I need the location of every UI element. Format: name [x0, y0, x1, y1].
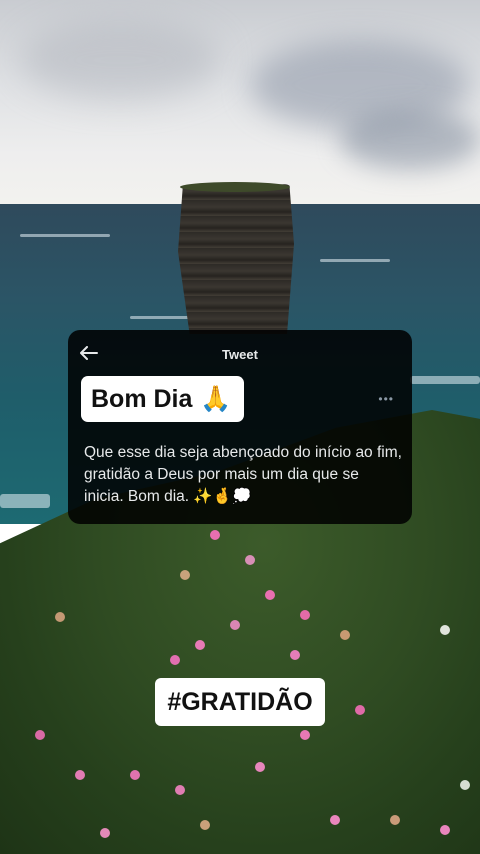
sky [0, 0, 480, 206]
hashtag-label: #GRATIDÃO [155, 678, 325, 726]
hashtag-text: #GRATIDÃO [167, 687, 313, 716]
flower [200, 820, 210, 830]
flower [195, 640, 205, 650]
tweet-body-text: Que esse dia seja abençoado do início ao… [84, 444, 402, 505]
greeting-text: Bom Dia [91, 384, 193, 413]
flower [255, 762, 265, 772]
flower [170, 655, 180, 665]
flower [340, 630, 350, 640]
flower [355, 705, 365, 715]
sea-stack-rock [178, 184, 294, 334]
flower [390, 815, 400, 825]
flower [55, 612, 65, 622]
praying-hands-icon: 🙏 [200, 384, 232, 413]
wave [320, 259, 390, 262]
flower [290, 650, 300, 660]
more-options-icon[interactable]: ••• [378, 392, 394, 406]
cloud [340, 110, 480, 170]
flower [460, 780, 470, 790]
flower [330, 815, 340, 825]
flower [210, 530, 220, 540]
flower [75, 770, 85, 780]
greeting-label: Bom Dia 🙏 [81, 376, 244, 422]
flower [300, 730, 310, 740]
flower [440, 625, 450, 635]
flower [175, 785, 185, 795]
rock-top-grass [180, 182, 290, 192]
flower [300, 610, 310, 620]
flower [35, 730, 45, 740]
cloud [20, 20, 220, 100]
wave [410, 376, 480, 384]
flower [265, 590, 275, 600]
flower [440, 825, 450, 835]
flower [180, 570, 190, 580]
wave [20, 234, 110, 237]
wave [0, 494, 50, 508]
flower [245, 555, 255, 565]
flower [130, 770, 140, 780]
tweet-header-title: Tweet [222, 347, 258, 362]
flower [100, 828, 110, 838]
flower [230, 620, 240, 630]
tweet-card: Tweet ••• Bom Dia 🙏 Que esse dia seja ab… [68, 330, 412, 524]
